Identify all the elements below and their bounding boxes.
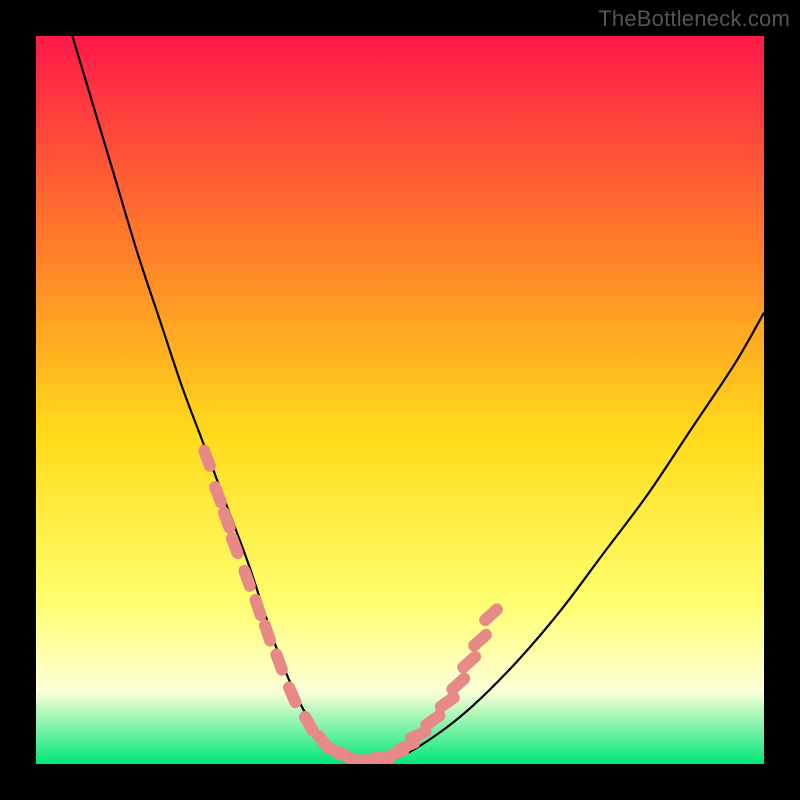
marker-dash [452,679,464,690]
marker-dash [441,698,454,707]
marker-dash [474,635,486,646]
chart-frame: TheBottleneck.com [0,0,800,800]
marker-dash [232,538,238,553]
bottleneck-chart [36,36,764,764]
marker-dash [256,600,261,615]
plot-area [36,36,764,764]
marker-dash [276,655,281,670]
marker-dash [289,688,295,703]
marker-dash [224,513,230,528]
marker-dash [265,625,270,640]
marker-dash [244,571,249,586]
marker-dash [463,657,475,668]
marker-dash [215,487,221,502]
attribution-text: TheBottleneck.com [598,6,790,32]
marker-dash [204,451,210,466]
marker-dash [305,717,313,731]
marker-dash [411,732,426,738]
gradient-background [36,36,764,764]
marker-dash [426,716,439,725]
marker-dash [485,609,497,620]
